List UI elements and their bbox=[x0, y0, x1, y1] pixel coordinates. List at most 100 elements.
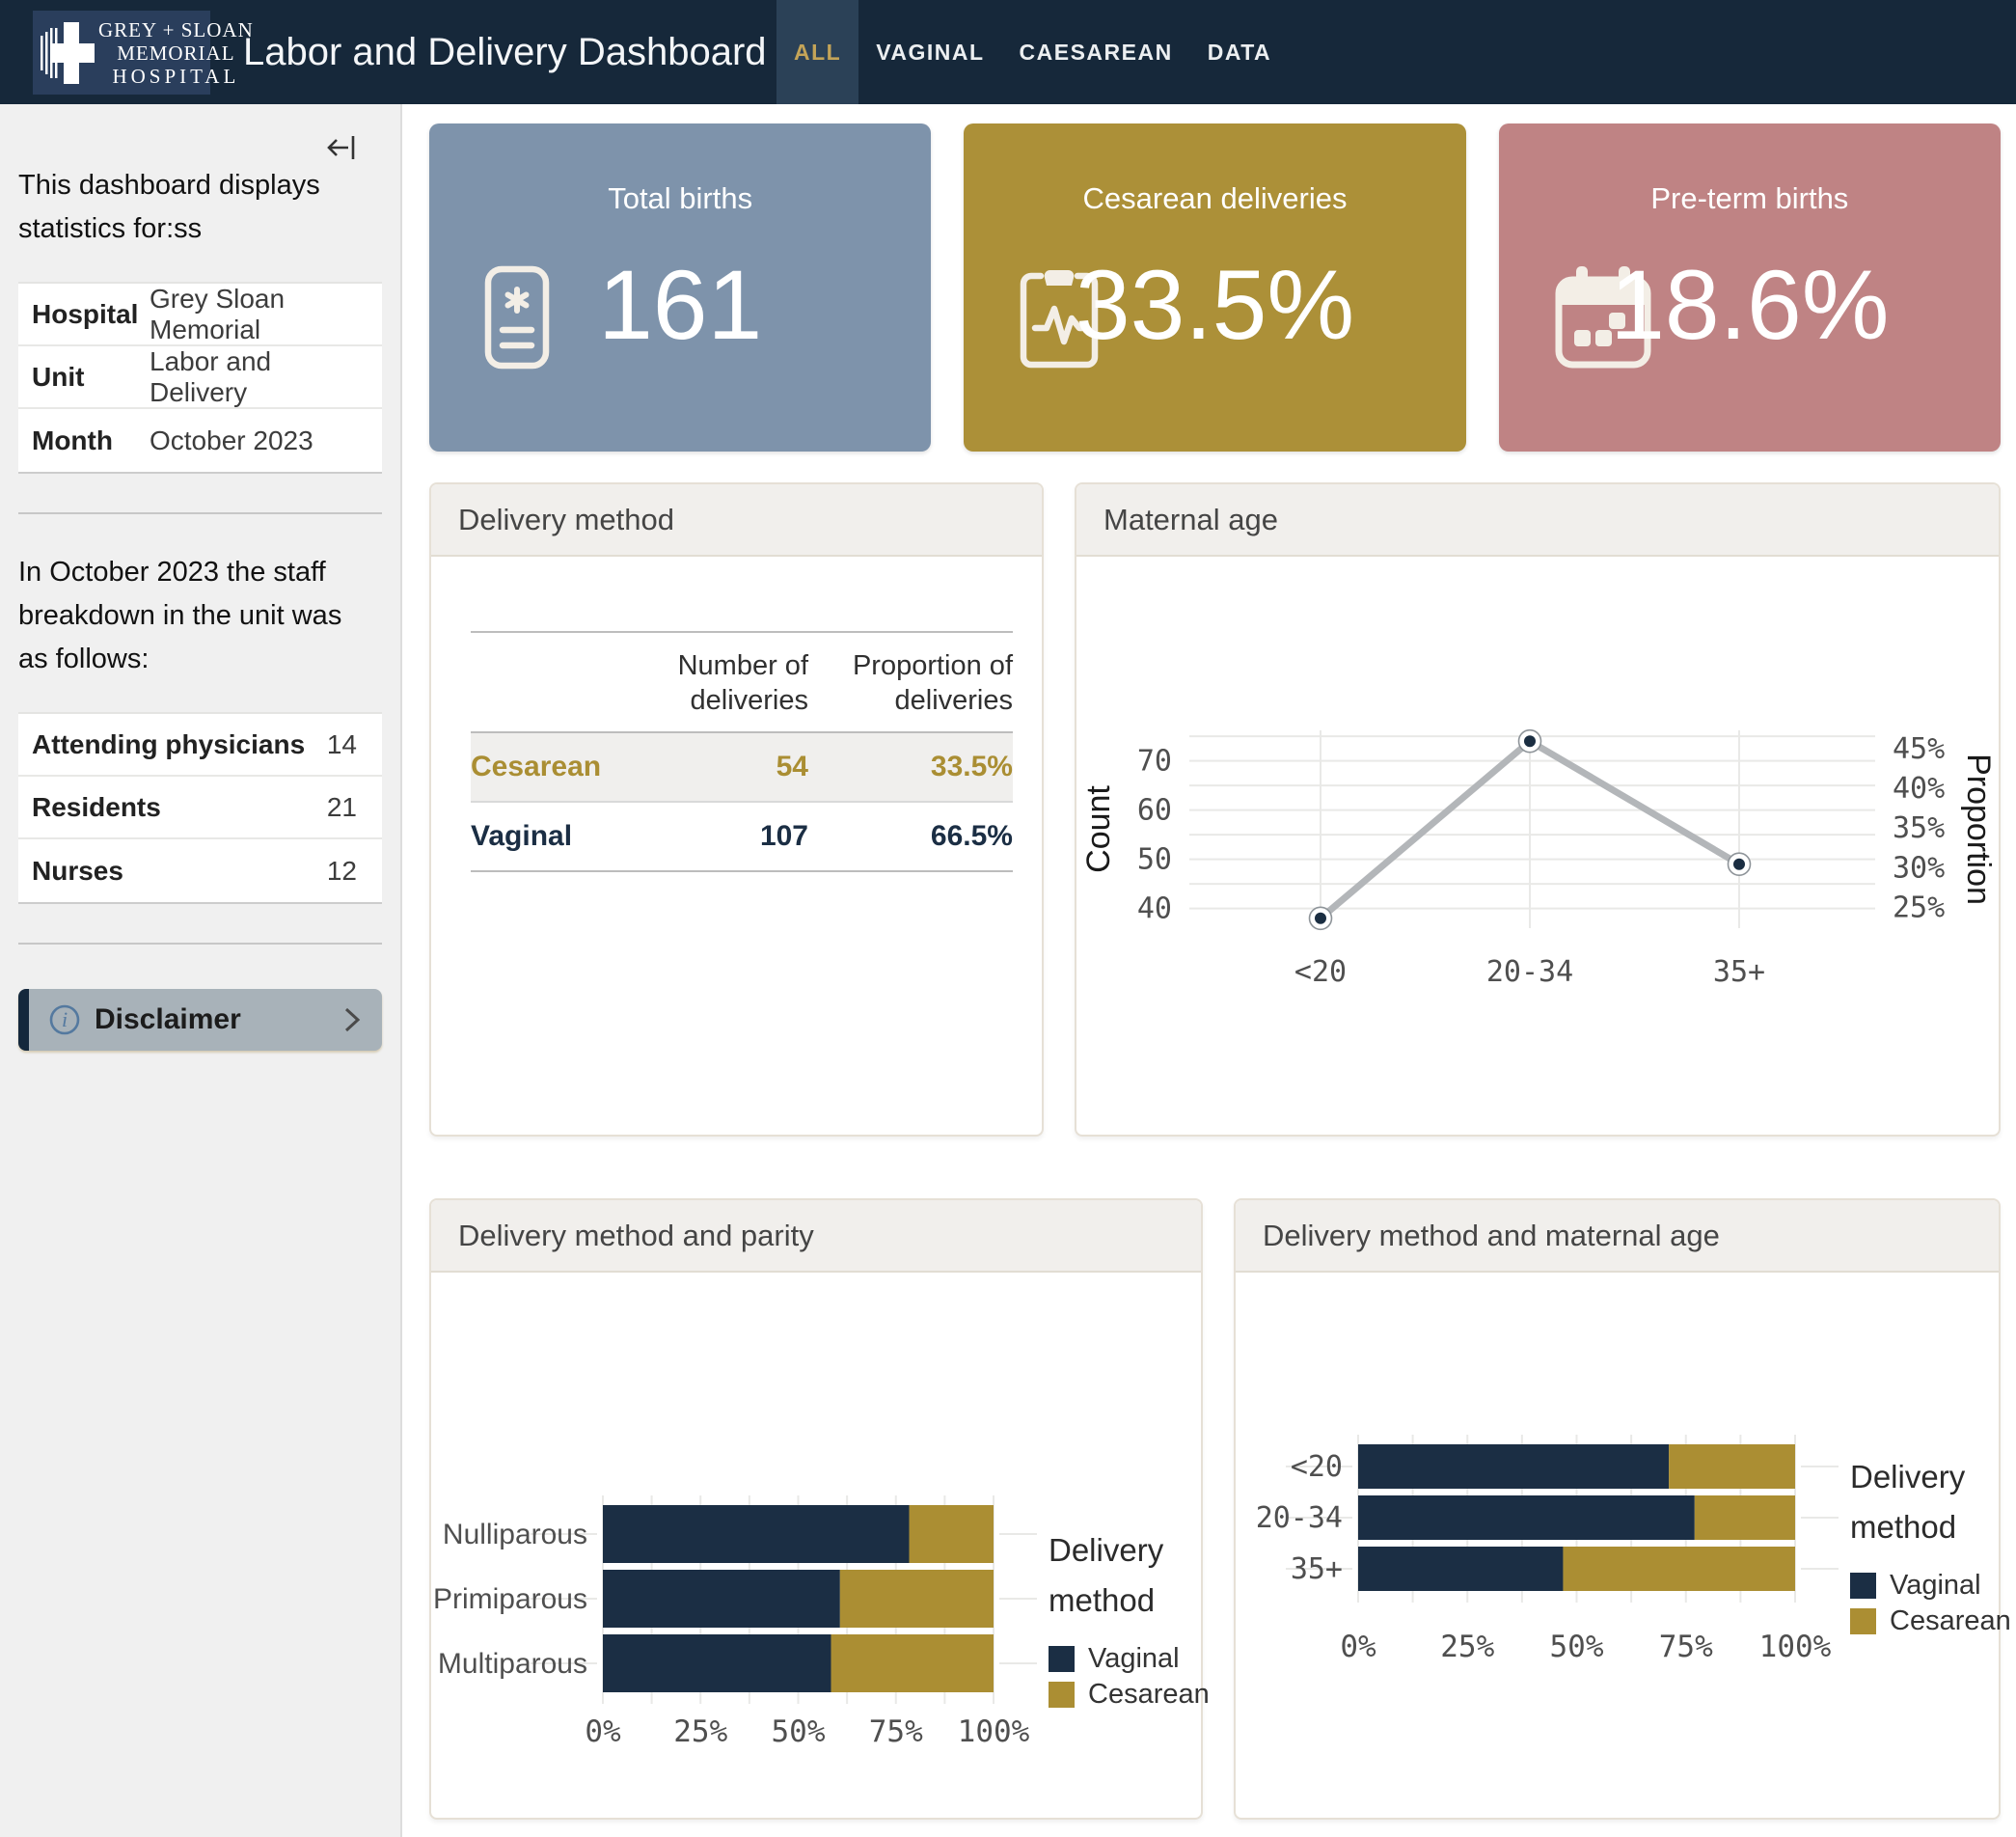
info-icon: i bbox=[48, 1003, 81, 1036]
bar-segment-cesarean[interactable] bbox=[831, 1634, 994, 1692]
staff-count: 21 bbox=[327, 792, 368, 823]
data-point-marker[interactable] bbox=[1315, 913, 1326, 924]
tab-vaginal[interactable]: VAGINAL bbox=[858, 0, 1001, 104]
data-point-marker[interactable] bbox=[1733, 859, 1745, 870]
legend-item-label: Vaginal bbox=[1088, 1643, 1180, 1675]
legend-swatch bbox=[1850, 1573, 1876, 1599]
bar-segment-cesarean[interactable] bbox=[910, 1505, 994, 1563]
x-axis-tick: 35+ bbox=[1713, 955, 1765, 989]
table-row: Unit Labor and Delivery bbox=[18, 346, 382, 409]
bar-segment-cesarean[interactable] bbox=[1695, 1495, 1795, 1540]
x-axis-tick: 100% bbox=[958, 1714, 1030, 1749]
charts-row-1: Delivery method Number ofdeliveries Prop… bbox=[429, 482, 2001, 1137]
legend-item-label: Cesarean bbox=[1088, 1679, 1210, 1711]
legend-item-vaginal[interactable]: Vaginal bbox=[1049, 1641, 1210, 1677]
row-label: Cesarean bbox=[471, 732, 635, 802]
panel-title: Delivery method and maternal age bbox=[1236, 1200, 1999, 1273]
x-axis-tick: 75% bbox=[1659, 1630, 1713, 1664]
chevron-right-icon bbox=[341, 1003, 363, 1036]
bar-segment-cesarean[interactable] bbox=[1563, 1547, 1795, 1591]
kpi-value: 161 bbox=[429, 249, 931, 362]
bar-segment-vaginal[interactable] bbox=[1358, 1547, 1563, 1591]
legend-item-label: Cesarean bbox=[1890, 1605, 2011, 1637]
x-axis-tick: 0% bbox=[1340, 1630, 1376, 1664]
cell-proportion: 66.5% bbox=[808, 802, 1013, 871]
staff-label: Attending physicians bbox=[32, 729, 327, 760]
staff-table: Attending physicians 14 Residents 21 Nur… bbox=[18, 712, 382, 904]
category-label: Nulliparous bbox=[443, 1519, 587, 1550]
y-axis-tick-right: 45% bbox=[1893, 732, 1945, 766]
panel-delivery-method: Delivery method Number ofdeliveries Prop… bbox=[429, 482, 1044, 1137]
legend-title: Deliverymethod bbox=[1850, 1452, 2011, 1552]
panel-delivery-method-maternal-age: Delivery method and maternal age <20 20-3… bbox=[1234, 1198, 2001, 1820]
panel-title: Delivery method and parity bbox=[431, 1200, 1201, 1273]
table-row: Residents 21 bbox=[18, 777, 382, 839]
cell-proportion: 33.5% bbox=[808, 732, 1013, 802]
sidebar-collapse-icon[interactable] bbox=[325, 131, 358, 169]
legend: DeliverymethodVaginalCesarean bbox=[1049, 1525, 1210, 1713]
bar-segment-cesarean[interactable] bbox=[840, 1570, 994, 1628]
sidebar-divider bbox=[18, 943, 382, 945]
category-label: Multiparous bbox=[438, 1648, 587, 1680]
row-label: Vaginal bbox=[471, 802, 635, 871]
y-axis-tick-left: 50 bbox=[1137, 843, 1172, 877]
x-axis-tick: 50% bbox=[772, 1714, 826, 1749]
age-method-chart-area: <2020-3435+0%25%50%75%100%Deliverymethod… bbox=[1236, 1273, 1999, 1823]
legend-swatch bbox=[1049, 1682, 1075, 1708]
x-axis-tick: <20 bbox=[1294, 955, 1347, 989]
info-value: Labor and Delivery bbox=[150, 346, 368, 408]
table-row: Attending physicians 14 bbox=[18, 714, 382, 777]
x-axis-tick: 25% bbox=[1440, 1630, 1494, 1664]
bar-segment-vaginal[interactable] bbox=[603, 1634, 831, 1692]
table-row: Nurses 12 bbox=[18, 839, 382, 902]
info-value: October 2023 bbox=[150, 425, 313, 456]
y-axis-tick-right: 40% bbox=[1893, 772, 1945, 806]
bar-segment-vaginal[interactable] bbox=[1358, 1495, 1695, 1540]
kpi-card-cesarean-deliveries: Cesarean deliveries 33.5% bbox=[964, 123, 1465, 452]
y-axis-title-count: Count bbox=[1080, 785, 1117, 873]
y-axis-tick-right: 35% bbox=[1893, 811, 1945, 845]
nav-tabs: ALL VAGINAL CAESAREAN DATA bbox=[776, 0, 1289, 104]
legend-item-cesarean[interactable]: Cesarean bbox=[1049, 1677, 1210, 1713]
table-row: Month October 2023 bbox=[18, 409, 382, 472]
x-axis-tick: 100% bbox=[1759, 1630, 1832, 1664]
parity-chart-area: NulliparousPrimiparousMultiparous0%25%50… bbox=[431, 1273, 1201, 1823]
kpi-title: Total births bbox=[429, 181, 931, 216]
sidebar-divider bbox=[18, 512, 382, 514]
info-label: Unit bbox=[32, 362, 150, 393]
data-point-marker[interactable] bbox=[1524, 735, 1536, 747]
category-label: 20-34 bbox=[1256, 1501, 1343, 1535]
main-content: Total births 161 Cesarean deliveries bbox=[404, 104, 2016, 1837]
top-navbar: GREY + SLOAN MEMORIAL HOSPITAL Labor and… bbox=[0, 0, 2016, 104]
panel-maternal-age: Maternal age 4050607025%30%35%40%45%<202… bbox=[1075, 482, 2001, 1137]
cell-number: 107 bbox=[635, 802, 808, 871]
staff-count: 12 bbox=[327, 856, 368, 887]
tab-data[interactable]: DATA bbox=[1190, 0, 1289, 104]
tab-all[interactable]: ALL bbox=[776, 0, 858, 104]
table-header-proportion: Proportion ofdeliveries bbox=[808, 632, 1013, 732]
kpi-value: 18.6% bbox=[1499, 249, 2001, 362]
category-label: <20 bbox=[1291, 1450, 1343, 1484]
bar-segment-vaginal[interactable] bbox=[603, 1505, 910, 1563]
panel-title: Delivery method bbox=[431, 484, 1042, 557]
kpi-value: 33.5% bbox=[964, 249, 1465, 362]
bar-segment-cesarean[interactable] bbox=[1669, 1444, 1795, 1489]
charts-row-2: Delivery method and parity NulliparousPr… bbox=[429, 1198, 2001, 1820]
y-axis-tick-left: 60 bbox=[1137, 794, 1172, 828]
legend-item-vaginal[interactable]: Vaginal bbox=[1850, 1568, 2011, 1604]
legend-item-cesarean[interactable]: Cesarean bbox=[1850, 1604, 2011, 1639]
hospital-info-table: Hospital Grey Sloan Memorial Unit Labor … bbox=[18, 282, 382, 474]
disclaimer-button[interactable]: i Disclaimer bbox=[18, 989, 382, 1051]
y-axis-tick-right: 25% bbox=[1893, 891, 1945, 924]
info-value: Grey Sloan Memorial bbox=[150, 284, 368, 345]
y-axis-tick-left: 40 bbox=[1137, 892, 1172, 926]
bar-segment-vaginal[interactable] bbox=[603, 1570, 840, 1628]
sidebar: This dashboard displays statistics for:s… bbox=[0, 104, 402, 1837]
x-axis-tick: 50% bbox=[1550, 1630, 1604, 1664]
bar-segment-vaginal[interactable] bbox=[1358, 1444, 1669, 1489]
x-axis-tick: 75% bbox=[869, 1714, 923, 1749]
table-header-blank bbox=[471, 632, 635, 732]
kpi-row: Total births 161 Cesarean deliveries bbox=[429, 123, 2001, 452]
maternal-age-line-chart: 4050607025%30%35%40%45%<2020-3435+CountP… bbox=[1076, 557, 1999, 1133]
tab-caesarean[interactable]: CAESAREAN bbox=[1002, 0, 1190, 104]
